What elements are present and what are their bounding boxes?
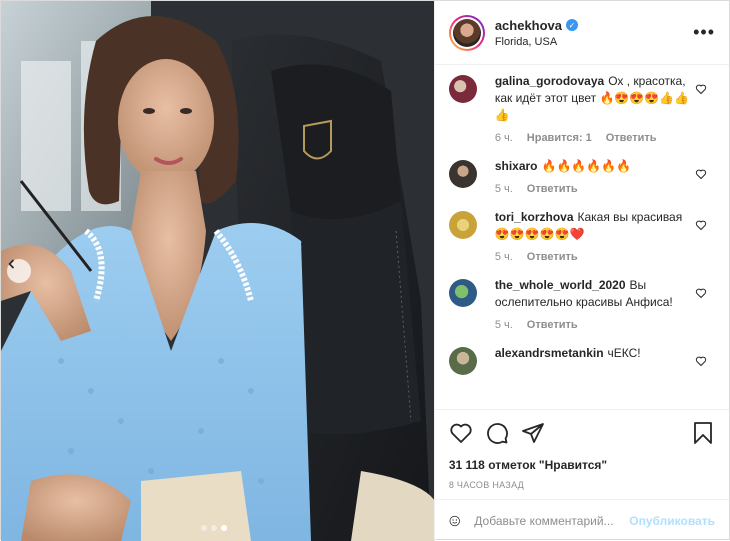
comment-icon[interactable]	[485, 421, 509, 445]
carousel-indicator	[201, 525, 227, 531]
comment-text: 🔥🔥🔥🔥🔥🔥	[541, 159, 632, 173]
post-comment-button[interactable]: Опубликовать	[629, 514, 715, 528]
post-media[interactable]	[1, 1, 434, 541]
commenter-username[interactable]: galina_gorodovaya	[495, 74, 604, 88]
post-actions: 31 118 отметок "Нравится" 8 ЧАСОВ НАЗАД	[434, 409, 729, 490]
comment-text: чЕКС!	[607, 346, 641, 360]
comment-like-heart-icon[interactable]	[695, 168, 707, 180]
comments-list[interactable]: galina_gorodovaya Ох , красотка, как идёт…	[435, 65, 729, 408]
comment-text-block: tori_korzhova Какая вы красивая 😍😍😍😍😍❤️	[495, 209, 695, 243]
carousel-dot-active	[221, 525, 227, 531]
comment-input[interactable]	[474, 513, 630, 528]
post-sidebar: achekhova ✓ Florida, USA ••• galina_goro…	[433, 1, 729, 541]
comment-likes[interactable]: Нравится: 1	[527, 132, 592, 144]
commenter-username[interactable]: tori_korzhova	[495, 210, 574, 224]
comment-like-heart-icon[interactable]	[695, 219, 707, 231]
avatar-image	[452, 18, 481, 47]
more-options-button[interactable]: •••	[693, 22, 715, 43]
comment-text-block: shixaro 🔥🔥🔥🔥🔥🔥	[495, 158, 695, 175]
comment-like-heart-icon[interactable]	[695, 355, 707, 367]
comment-text-block: galina_gorodovaya Ох , красотка, как идёт…	[495, 73, 695, 124]
verified-badge-icon: ✓	[566, 19, 579, 31]
comment-text-block: alexandrsmetankin чЕКС!	[495, 345, 695, 362]
comment-item: shixaro 🔥🔥🔥🔥🔥🔥 5 ч. Ответить	[448, 158, 715, 195]
post-header: achekhova ✓ Florida, USA •••	[434, 1, 729, 65]
commenter-avatar[interactable]	[448, 347, 477, 375]
commenter-username[interactable]: shixaro	[495, 159, 538, 173]
comment-reply-button[interactable]: Ответить	[527, 251, 578, 263]
post-photo	[1, 1, 434, 541]
author-username[interactable]: achekhova	[495, 18, 562, 33]
comment-time[interactable]: 6 ч.	[495, 132, 513, 144]
commenter-avatar[interactable]	[448, 160, 477, 188]
comment-item: tori_korzhova Какая вы красивая 😍😍😍😍😍❤️ 5…	[448, 209, 715, 263]
comment-time[interactable]: 5 ч.	[495, 319, 513, 331]
more-icon: •••	[693, 22, 715, 42]
commenter-username[interactable]: alexandrsmetankin	[495, 346, 604, 360]
comment-like-heart-icon[interactable]	[695, 83, 707, 95]
comment-reply-button[interactable]: Ответить	[606, 132, 657, 144]
comment-item: the_whole_world_2020 Вы ослепительно крас…	[448, 277, 715, 331]
chevron-left-icon	[8, 259, 15, 269]
share-icon[interactable]	[521, 421, 545, 445]
comment-text-block: the_whole_world_2020 Вы ослепительно крас…	[495, 277, 695, 311]
author-avatar[interactable]	[448, 14, 485, 51]
commenter-avatar[interactable]	[448, 211, 477, 239]
likes-count[interactable]: 31 118 отметок "Нравится"	[449, 458, 715, 472]
comment-time[interactable]: 5 ч.	[495, 251, 513, 263]
commenter-avatar[interactable]	[448, 75, 477, 103]
commenter-avatar[interactable]	[448, 279, 477, 307]
carousel-dot	[201, 525, 207, 531]
comment-item: alexandrsmetankin чЕКС!	[448, 345, 715, 375]
comment-item: galina_gorodovaya Ох , красотка, как идёт…	[448, 73, 715, 144]
comment-like-heart-icon[interactable]	[695, 287, 707, 299]
emoji-icon[interactable]	[449, 509, 460, 533]
carousel-prev-button[interactable]	[7, 259, 31, 283]
post-location[interactable]: Florida, USA	[495, 36, 693, 48]
add-comment-bar: Опубликовать	[434, 499, 729, 541]
comment-reply-button[interactable]: Ответить	[527, 183, 578, 195]
heart-icon[interactable]	[449, 421, 473, 445]
comment-reply-button[interactable]: Ответить	[527, 319, 578, 331]
post-timestamp[interactable]: 8 ЧАСОВ НАЗАД	[449, 480, 715, 490]
carousel-dot	[211, 525, 217, 531]
bookmark-icon[interactable]	[691, 421, 715, 445]
instagram-post: achekhova ✓ Florida, USA ••• galina_goro…	[0, 0, 730, 541]
comment-time[interactable]: 5 ч.	[495, 183, 513, 195]
commenter-username[interactable]: the_whole_world_2020	[495, 278, 626, 292]
